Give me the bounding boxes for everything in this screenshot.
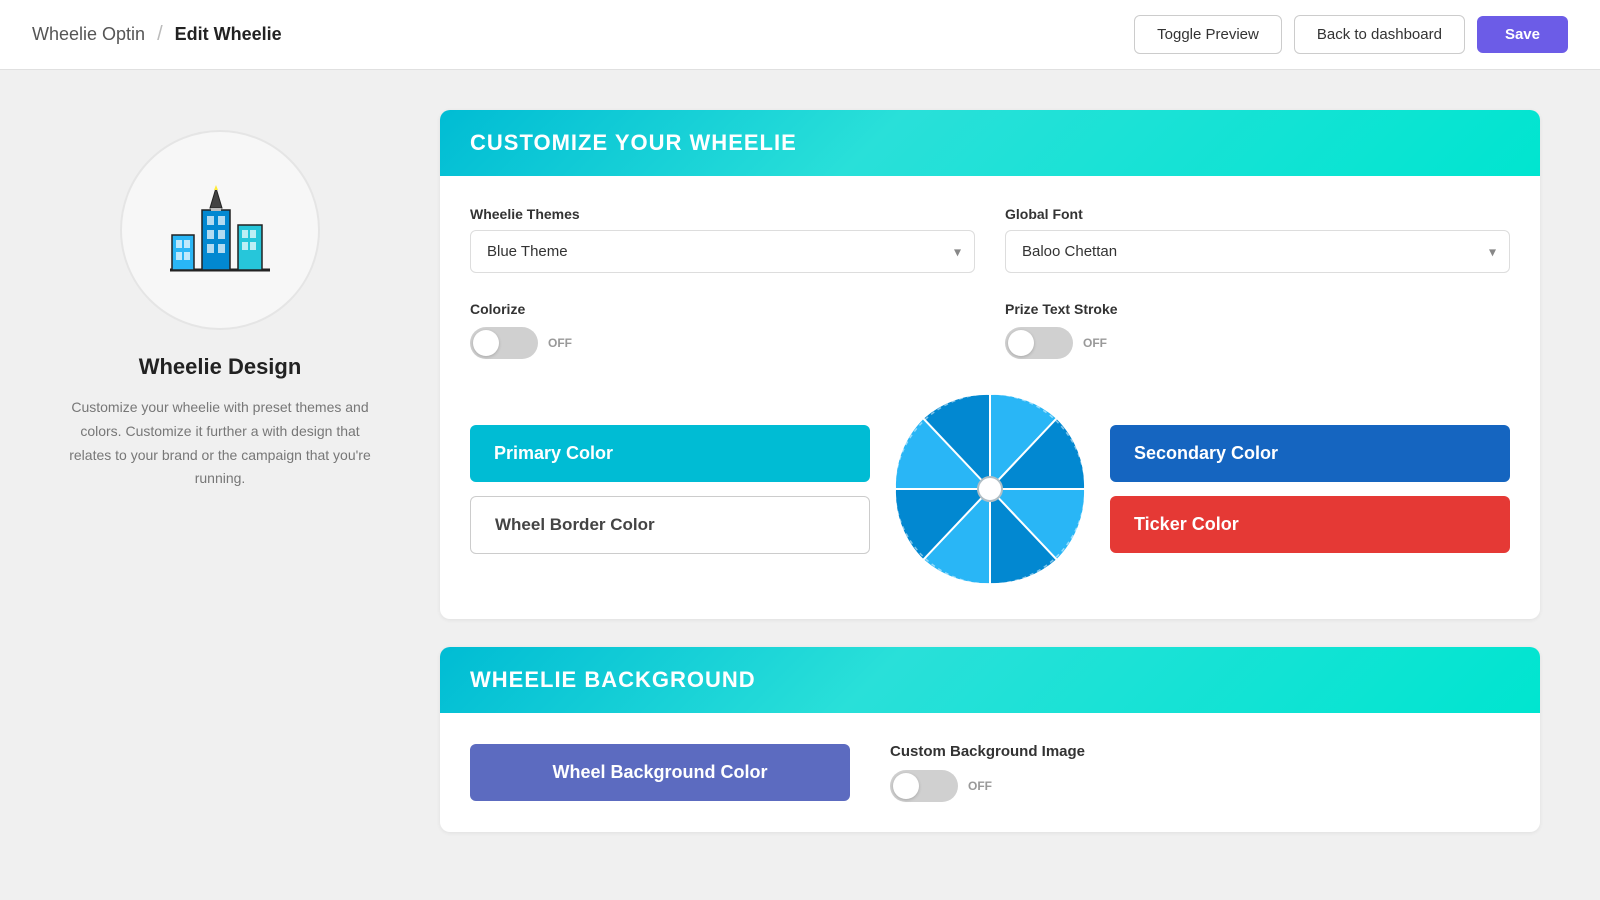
page-title: Edit Wheelie — [175, 24, 282, 45]
font-select[interactable]: Baloo Chettan Roboto Open Sans Lato — [1005, 230, 1510, 273]
toggle-preview-button[interactable]: Toggle Preview — [1134, 15, 1282, 54]
prize-text-stroke-toggle[interactable] — [1005, 327, 1073, 359]
prize-text-stroke-toggle-wrapper: OFF — [1005, 327, 1510, 359]
colorize-toggle-state: OFF — [548, 336, 572, 350]
themes-select-wrapper: Blue Theme Red Theme Green Theme Purple … — [470, 230, 975, 273]
wheel-border-color-button[interactable]: Wheel Border Color — [470, 496, 870, 554]
breadcrumb: Wheelie Optin / Edit Wheelie — [32, 23, 282, 46]
color-buttons-right: Secondary Color Ticker Color — [1110, 425, 1510, 553]
main-content: Wheelie Design Customize your wheelie wi… — [0, 70, 1600, 900]
custom-bg-toggle-state: OFF — [968, 779, 992, 793]
colorize-label: Colorize — [470, 301, 975, 317]
themes-font-row: Wheelie Themes Blue Theme Red Theme Gree… — [470, 206, 1510, 273]
toggle-row: Colorize OFF Prize Text Stroke — [470, 301, 1510, 359]
wheel-preview-svg — [890, 389, 1090, 589]
breadcrumb-separator: / — [157, 23, 163, 46]
themes-select[interactable]: Blue Theme Red Theme Green Theme Purple … — [470, 230, 975, 273]
prize-text-stroke-toggle-knob — [1008, 330, 1034, 356]
custom-bg-image-group: Custom Background Image OFF — [890, 743, 1085, 802]
right-panel: CUSTOMIZE YOUR WHEELIE Wheelie Themes Bl… — [440, 110, 1540, 860]
background-section-header: WHEELIE BACKGROUND — [440, 647, 1540, 713]
customize-section-title: CUSTOMIZE YOUR WHEELIE — [470, 130, 1510, 156]
primary-color-button[interactable]: Primary Color — [470, 425, 870, 482]
customize-section-header: CUSTOMIZE YOUR WHEELIE — [440, 110, 1540, 176]
themes-group: Wheelie Themes Blue Theme Red Theme Gree… — [470, 206, 975, 273]
color-buttons-left: Primary Color Wheel Border Color — [470, 425, 870, 554]
custom-bg-toggle-wrapper: OFF — [890, 770, 1085, 802]
back-to-dashboard-button[interactable]: Back to dashboard — [1294, 15, 1465, 54]
background-section-card: WHEELIE BACKGROUND Wheel Background Colo… — [440, 647, 1540, 832]
left-panel: Wheelie Design Customize your wheelie wi… — [60, 110, 380, 860]
font-select-wrapper: Baloo Chettan Roboto Open Sans Lato ▾ — [1005, 230, 1510, 273]
secondary-color-button[interactable]: Secondary Color — [1110, 425, 1510, 482]
wheelie-icon-circle — [120, 130, 320, 330]
ticker-color-button[interactable]: Ticker Color — [1110, 496, 1510, 553]
wheel-bg-color-button[interactable]: Wheel Background Color — [470, 744, 850, 801]
save-button[interactable]: Save — [1477, 16, 1568, 53]
background-section-title: WHEELIE BACKGROUND — [470, 667, 1510, 693]
prize-text-stroke-group: Prize Text Stroke OFF — [1005, 301, 1510, 359]
design-description: Customize your wheelie with preset theme… — [60, 396, 380, 491]
brand-name: Wheelie Optin — [32, 24, 145, 45]
custom-bg-image-label: Custom Background Image — [890, 743, 1085, 760]
color-area: Primary Color Wheel Border Color — [470, 389, 1510, 589]
colorize-toggle-wrapper: OFF — [470, 327, 975, 359]
header: Wheelie Optin / Edit Wheelie Toggle Prev… — [0, 0, 1600, 70]
colorize-toggle-knob — [473, 330, 499, 356]
header-actions: Toggle Preview Back to dashboard Save — [1134, 15, 1568, 54]
customize-section-card: CUSTOMIZE YOUR WHEELIE Wheelie Themes Bl… — [440, 110, 1540, 619]
custom-bg-toggle[interactable] — [890, 770, 958, 802]
wheelie-icon — [160, 170, 280, 290]
prize-text-stroke-label: Prize Text Stroke — [1005, 301, 1510, 317]
prize-text-stroke-toggle-state: OFF — [1083, 336, 1107, 350]
wheel-preview — [890, 389, 1090, 589]
font-group: Global Font Baloo Chettan Roboto Open Sa… — [1005, 206, 1510, 273]
colorize-toggle[interactable] — [470, 327, 538, 359]
font-label: Global Font — [1005, 206, 1510, 222]
themes-label: Wheelie Themes — [470, 206, 975, 222]
customize-section-body: Wheelie Themes Blue Theme Red Theme Gree… — [440, 176, 1540, 619]
background-section-body: Wheel Background Color Custom Background… — [440, 713, 1540, 832]
design-title: Wheelie Design — [139, 354, 302, 380]
colorize-group: Colorize OFF — [470, 301, 975, 359]
custom-bg-toggle-knob — [893, 773, 919, 799]
